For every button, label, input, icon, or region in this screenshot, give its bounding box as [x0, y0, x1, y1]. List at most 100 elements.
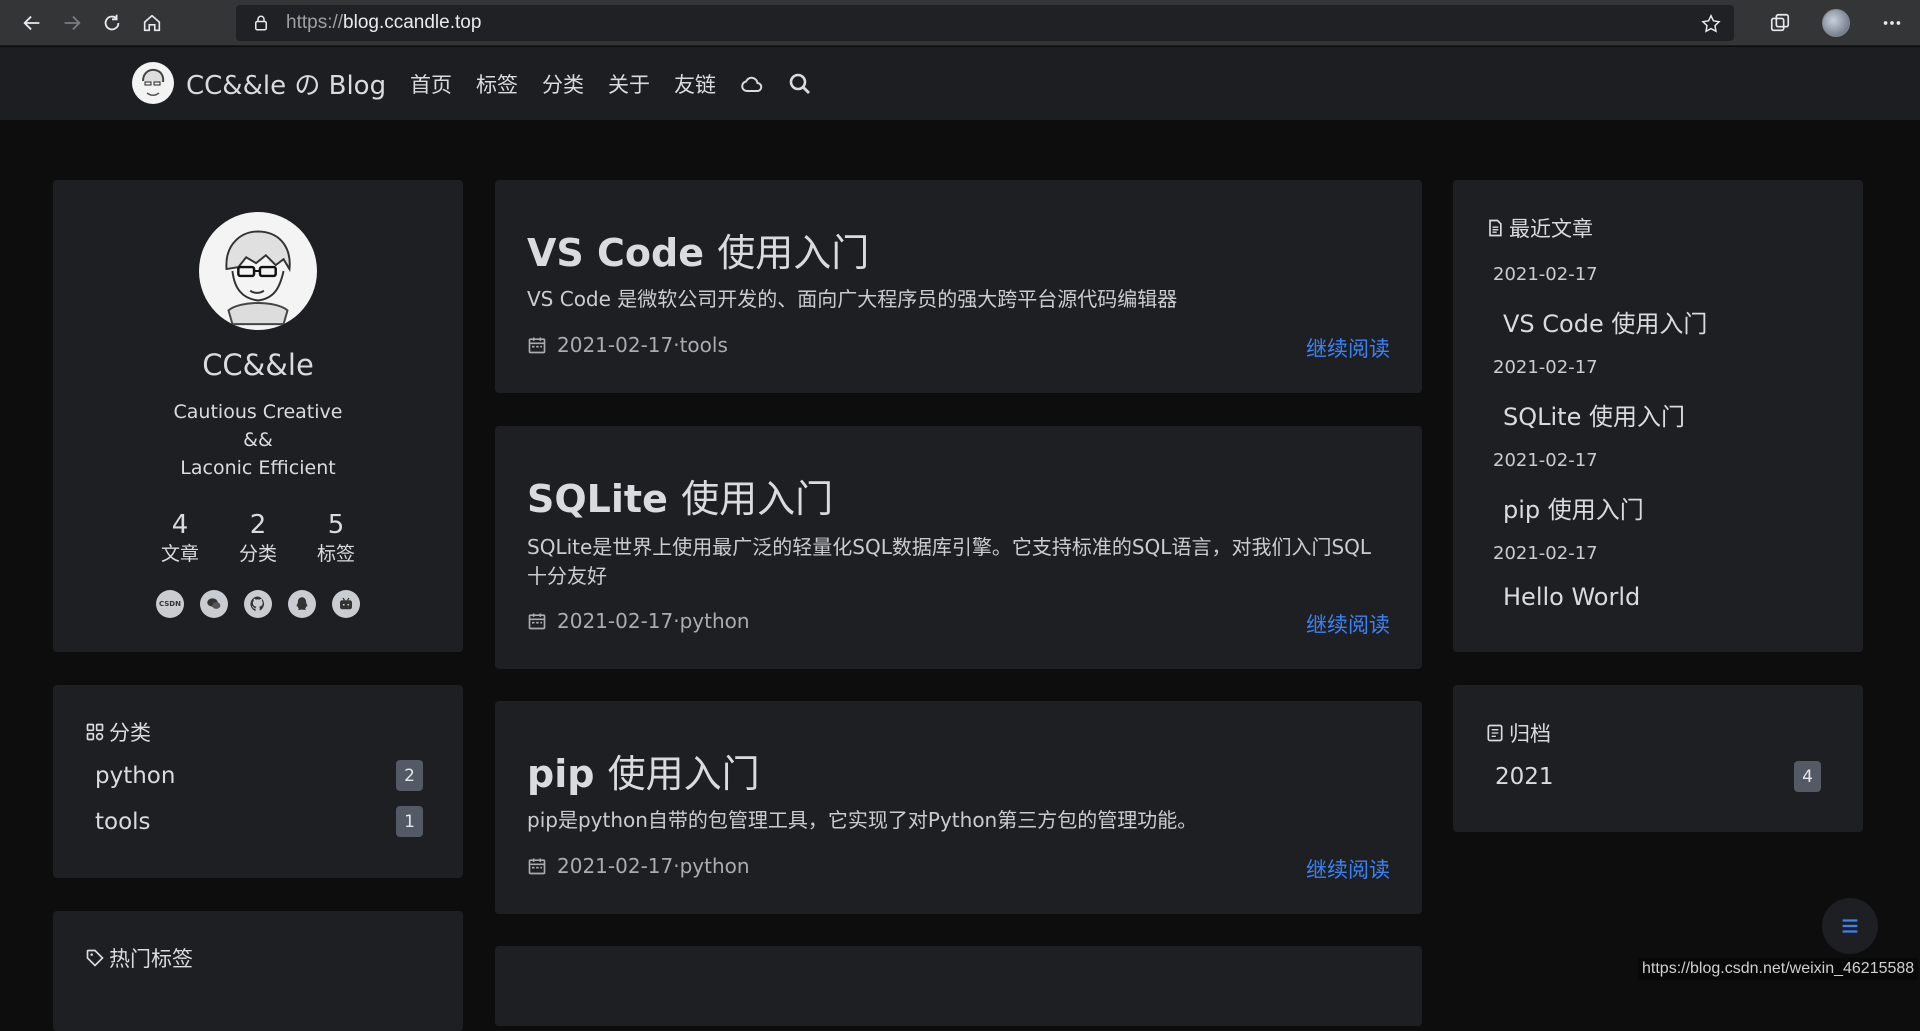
site-header: CC&&le の Blog 首页 标签 分类 关于 友链	[0, 47, 1920, 120]
recent-post-link[interactable]: pip 使用入门	[1503, 490, 1644, 525]
forward-button[interactable]	[55, 6, 89, 40]
nav-categories[interactable]: 分类	[542, 69, 584, 99]
archive-card: 归档 2021 4	[1453, 685, 1863, 832]
categories-heading: 分类	[85, 717, 151, 747]
recent-post-date: 2021-02-17	[1493, 450, 1598, 471]
post-excerpt: VS Code 是微软公司开发的、面向广大程序员的强大跨平台源代码编辑器	[527, 287, 1178, 311]
archive-year: 2021	[1495, 763, 1554, 790]
category-item-tools[interactable]: tools 1	[95, 806, 423, 837]
nav-home[interactable]: 首页	[410, 69, 452, 99]
recent-post-link[interactable]: Hello World	[1503, 583, 1640, 611]
category-name: tools	[95, 808, 151, 835]
github-icon[interactable]	[244, 590, 272, 618]
avatar-sketch-icon	[199, 212, 317, 330]
document-icon	[1489, 219, 1502, 237]
post-card	[495, 946, 1422, 1026]
bio-line: &&	[243, 429, 273, 451]
address-bar[interactable]: https://blog.ccandle.top	[236, 5, 1734, 41]
csdn-watermark: https://blog.csdn.net/weixin_46215588	[1638, 958, 1919, 980]
post-category[interactable]: tools	[680, 333, 728, 357]
arrow-right-icon	[64, 15, 81, 30]
arrow-left-icon	[23, 15, 40, 30]
top-nav: 首页 标签 分类 关于 友链	[410, 69, 836, 99]
browser-toolbar: https://blog.ccandle.top	[0, 0, 1920, 46]
profile-avatar	[1822, 9, 1850, 37]
url-text: https://blog.ccandle.top	[286, 12, 482, 33]
archive-item-2021[interactable]: 2021 4	[1495, 761, 1821, 792]
social-links: CSDN	[53, 590, 463, 618]
stat-posts[interactable]: 4 文章	[141, 510, 219, 568]
recent-post-link[interactable]: VS Code 使用入门	[1503, 304, 1707, 339]
recent-post-link[interactable]: SQLite 使用入门	[1503, 397, 1685, 432]
lock-icon	[255, 15, 267, 31]
calendar-icon	[528, 858, 546, 875]
qq-icon[interactable]	[288, 590, 316, 618]
nav-friend-links[interactable]: 友链	[674, 69, 716, 99]
collections-button[interactable]	[1752, 0, 1808, 46]
stat-tags[interactable]: 5 标签	[297, 510, 375, 568]
recent-post-date: 2021-02-17	[1493, 357, 1598, 378]
stat-value: 4	[171, 510, 189, 540]
calendar-icon	[528, 337, 546, 354]
recent-post-date: 2021-02-17	[1493, 264, 1598, 285]
stat-categories[interactable]: 2 分类	[219, 510, 297, 568]
floating-menu-button[interactable]	[1822, 898, 1878, 954]
cloud-icon	[741, 76, 763, 93]
favorite-star-icon[interactable]	[1700, 13, 1722, 35]
category-count-badge: 1	[396, 806, 423, 837]
csdn-icon[interactable]: CSDN	[156, 590, 184, 618]
back-button[interactable]	[15, 6, 49, 40]
post-title[interactable]: SQLite 使用入门	[527, 468, 833, 523]
bio-line: Cautious Creative	[173, 401, 343, 423]
ellipsis-icon	[1883, 21, 1901, 25]
refresh-icon	[104, 14, 120, 30]
post-title[interactable]: pip 使用入门	[527, 743, 760, 798]
category-grid-icon	[86, 723, 104, 741]
nav-tags[interactable]: 标签	[476, 69, 518, 99]
search-button[interactable]	[788, 71, 814, 97]
author-avatar	[199, 212, 317, 330]
recent-post-date: 2021-02-17	[1493, 543, 1598, 564]
read-more-link[interactable]: 继续阅读	[1306, 609, 1390, 639]
categories-card: 分类 python 2 tools 1	[53, 685, 463, 878]
bilibili-icon[interactable]	[332, 590, 360, 618]
post-meta: 2021-02-17 · python	[527, 609, 750, 633]
post-title-en: pip	[527, 752, 608, 796]
post-date: 2021-02-17	[557, 609, 674, 633]
post-date: 2021-02-17	[557, 854, 674, 878]
menu-icon	[1842, 919, 1858, 933]
theme-toggle-button[interactable]	[740, 71, 766, 97]
post-card: SQLite 使用入门 SQLite是世界上使用最广泛的轻量化SQL数据库引擎。…	[495, 426, 1422, 669]
category-item-python[interactable]: python 2	[95, 760, 423, 791]
brand-link[interactable]: CC&&le の Blog	[132, 62, 386, 104]
read-more-link[interactable]: 继续阅读	[1306, 333, 1390, 363]
post-title-en: VS Code	[527, 231, 718, 275]
post-category[interactable]: python	[680, 609, 750, 633]
post-title[interactable]: VS Code 使用入门	[527, 222, 869, 277]
archive-count-badge: 4	[1794, 761, 1821, 792]
hot-tags-card: 热门标签	[53, 911, 463, 1031]
archive-heading: 归档	[1485, 718, 1551, 748]
home-button[interactable]	[135, 6, 169, 40]
nav-about[interactable]: 关于	[608, 69, 650, 99]
profile-button[interactable]	[1808, 0, 1864, 46]
avatar-sketch-icon	[134, 64, 172, 102]
category-name: python	[95, 762, 176, 789]
search-icon	[789, 73, 810, 94]
post-excerpt: SQLite是世界上使用最广泛的轻量化SQL数据库引擎。它支持标准的SQL语言，…	[527, 535, 1372, 588]
read-more-link[interactable]: 继续阅读	[1306, 854, 1390, 884]
recent-posts-title: 最近文章	[1509, 217, 1593, 241]
refresh-button[interactable]	[95, 6, 129, 40]
post-category[interactable]: python	[680, 854, 750, 878]
more-menu-button[interactable]	[1864, 0, 1920, 46]
wechat-icon[interactable]	[200, 590, 228, 618]
calendar-icon	[528, 613, 546, 630]
categories-title: 分类	[109, 721, 151, 745]
stat-value: 5	[327, 510, 345, 540]
post-meta: 2021-02-17 · python	[527, 854, 750, 878]
post-title-cn: 使用入门	[607, 752, 760, 796]
home-icon	[143, 14, 161, 31]
stat-label: 文章	[160, 543, 199, 565]
post-title-cn: 使用入门	[717, 231, 870, 275]
bio-line: Laconic Efficient	[180, 457, 336, 479]
